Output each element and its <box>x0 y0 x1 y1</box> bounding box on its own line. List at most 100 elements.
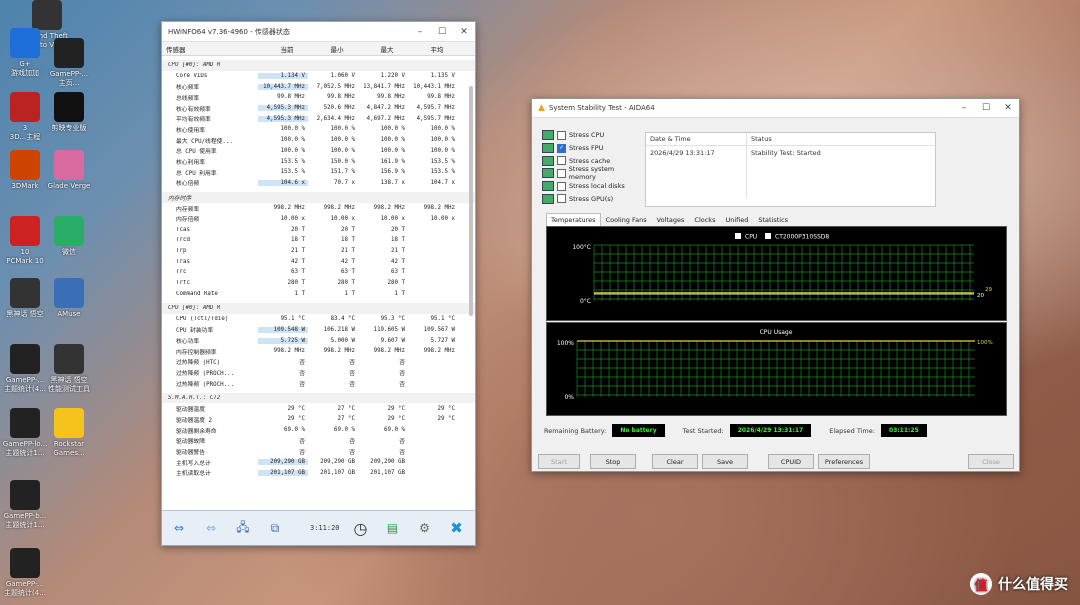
sensor-row[interactable]: Tcas 20 T 20 T 20 T <box>162 224 475 235</box>
maximize-icon[interactable]: ☐ <box>431 27 453 37</box>
sensor-group[interactable]: 内存时序 <box>162 192 475 203</box>
sensor-row[interactable]: 驱动器温度 2 29 °C 27 °C 29 °C 29 °C <box>162 414 475 425</box>
sensor-row[interactable]: 核心倍频 104.6 x 70.7 x 138.7 x 104.7 x <box>162 178 475 189</box>
tab-statistics[interactable]: Statistics <box>753 213 793 227</box>
clock-icon[interactable]: ◷ <box>350 517 372 539</box>
sensor-row[interactable]: 核心频率 10,443.7 MHz 7,052.5 MHz 13,841.7 MHz 1… <box>162 81 475 92</box>
start-button[interactable]: Start <box>538 454 580 469</box>
save-button[interactable]: Save <box>702 454 748 469</box>
sensor-row[interactable]: 总 CPU 使用率 100.0 % 100.0 % 100.0 % 100.0 % <box>162 146 475 157</box>
checkbox[interactable] <box>557 181 566 191</box>
sensor-row[interactable]: Core VIDs 1.134 V 1.060 V 1.220 V 1.135 V <box>162 71 475 82</box>
report-icon[interactable]: ▤ <box>382 517 404 539</box>
sensor-row[interactable]: Trp 21 T 21 T 21 T <box>162 246 475 257</box>
sensor-row[interactable]: 主机读取总计 201,107 GB 201,107 GB 201,107 GB <box>162 467 475 478</box>
desktop-icon[interactable]: GamePP-lo... 主题统计1... <box>0 408 50 458</box>
desktop-icon[interactable]: 黑神话 悟空 性能测试工具 <box>44 344 94 394</box>
stop-button[interactable]: Stop <box>590 454 636 469</box>
network-icon[interactable]: 🖧 <box>232 517 254 539</box>
sensor-row[interactable]: 驱动器剩余寿命 69.0 % 69.0 % 69.0 % <box>162 425 475 436</box>
checkbox[interactable] <box>557 194 566 204</box>
hwinfo-scrollbar[interactable] <box>469 86 473 316</box>
stress-option[interactable]: Stress local disks <box>542 180 642 193</box>
checkbox[interactable] <box>557 156 566 166</box>
sensor-group[interactable]: CPU [#0]: AMD R <box>162 303 475 314</box>
sensor-row[interactable]: 过热降频 (PROCH... 否 否 否 <box>162 378 475 389</box>
col-min[interactable]: 最小 <box>312 44 362 54</box>
desktop-icon[interactable]: 剪映专业版 <box>44 92 94 133</box>
sensor-row[interactable]: Trfc 280 T 280 T 280 T <box>162 278 475 289</box>
preferences-button[interactable]: Preferences <box>818 454 870 469</box>
desktop-icon[interactable]: GamePP-... 主页... <box>44 38 94 88</box>
desktop-icon[interactable]: Glade Verge <box>44 150 94 191</box>
table-row[interactable]: 2026/4/29 13:31:17 Stability Test: Start… <box>646 146 935 159</box>
sensor-row[interactable]: 过热降频 (HTC) 否 否 否 <box>162 357 475 368</box>
maximize-icon[interactable]: ☐ <box>975 103 997 113</box>
sensor-row[interactable]: 内存频率 998.2 MHz 998.2 MHz 998.2 MHz 998.2 MHz <box>162 203 475 214</box>
sensor-row[interactable]: CPU 封装功率 109.548 W 106.218 W 119.605 W 109.5… <box>162 325 475 336</box>
sensor-row[interactable]: 核心使用率 100.0 % 100.0 % 100.0 % 100.0 % <box>162 124 475 135</box>
sensor-row[interactable]: Tras 42 T 42 T 42 T <box>162 256 475 267</box>
sensor-row[interactable]: Command Rate 1 T 1 T 1 T <box>162 288 475 299</box>
checkbox[interactable] <box>556 168 566 178</box>
desktop-icon[interactable]: GamePP-... 主题统计(4... <box>0 548 50 598</box>
col-avg[interactable]: 平均 <box>412 44 462 54</box>
sensor-row[interactable]: 核心功率 5.725 W 5.000 W 9.607 W 5.727 W <box>162 335 475 346</box>
tab-clocks[interactable]: Clocks <box>689 213 720 227</box>
arrows-collapse-icon[interactable]: ⇔ <box>200 517 222 539</box>
stress-option[interactable]: Stress CPU <box>542 129 642 142</box>
sensor-row[interactable]: Trc 63 T 63 T 63 T <box>162 267 475 278</box>
hwinfo-titlebar[interactable]: HWiNFO64 v7.36-4960 - 传感器状态 – ☐ ✕ <box>162 22 475 42</box>
sensor-row[interactable]: CPU (Tctl/Tdie) 95.1 °C 83.4 °C 95.3 °C 95.1… <box>162 314 475 325</box>
desktop-icon[interactable]: GamePP-... 主题统计(4... <box>0 344 50 394</box>
tab-voltages[interactable]: Voltages <box>652 213 690 227</box>
close-sensors-icon[interactable]: ✖ <box>446 517 468 539</box>
stress-option[interactable]: Stress GPU(s) <box>542 192 642 205</box>
monitors-icon[interactable]: ⧉ <box>264 517 286 539</box>
sensor-row[interactable]: 主机写入总计 209,290 GB 209,290 GB 209,290 GB <box>162 457 475 468</box>
col-sensor[interactable]: 传感器 <box>162 44 262 54</box>
desktop-icon[interactable]: Rockstar Games... <box>44 408 94 458</box>
sensor-row[interactable]: 内存倍频 10.00 x 10.00 x 10.00 x 10.00 x <box>162 214 475 225</box>
stress-option[interactable]: ✓ Stress FPU <box>542 142 642 155</box>
tab-cooling-fans[interactable]: Cooling Fans <box>601 213 652 227</box>
minimize-icon[interactable]: – <box>409 27 431 37</box>
clear-button[interactable]: Clear <box>652 454 698 469</box>
close-icon[interactable]: ✕ <box>453 27 475 37</box>
desktop-icon[interactable]: 微信 <box>44 216 94 257</box>
sensor-row[interactable]: 总 CPU 利用率 153.5 % 151.7 % 156.9 % 153.5 % <box>162 167 475 178</box>
tab-unified[interactable]: Unified <box>720 213 753 227</box>
col-date-time[interactable]: Date & Time <box>646 133 747 145</box>
close-button[interactable]: Close <box>968 454 1014 469</box>
sensor-row[interactable]: Trcd 18 T 18 T 18 T <box>162 235 475 246</box>
sensor-row[interactable]: 核心有效频率 4,595.3 MHz 520.6 MHz 4,847.2 MHz 4,5… <box>162 103 475 114</box>
cpu-legend-checkbox[interactable] <box>735 233 741 239</box>
tab-temperatures[interactable]: Temperatures <box>546 213 601 227</box>
stress-option[interactable]: Stress system memory <box>542 165 642 181</box>
sensor-row[interactable]: 最大 CPU/线程使... 100.0 % 100.0 % 100.0 % 100.0 … <box>162 135 475 146</box>
aida-titlebar[interactable]: ▲ System Stability Test - AIDA64 – ☐ ✕ <box>532 99 1019 118</box>
close-icon[interactable]: ✕ <box>997 103 1019 113</box>
cpuid-button[interactable]: CPUID <box>768 454 814 469</box>
desktop-icon[interactable]: GamePP-b... 主题统计1... <box>0 480 50 530</box>
sensor-group[interactable]: S.M.A.R.T.: CT2 <box>162 392 475 404</box>
checkbox[interactable]: ✓ <box>557 143 566 153</box>
desktop-icon[interactable]: 3DMark <box>0 150 50 191</box>
disk-legend-checkbox[interactable] <box>765 233 771 239</box>
sensor-row[interactable]: 平均有效频率 4,595.3 MHz 2,634.4 MHz 4,697.2 MHz 4… <box>162 113 475 124</box>
sensor-group[interactable]: CPU [#0]: AMD R <box>162 60 475 71</box>
sensor-row[interactable]: 核心利用率 153.5 % 150.0 % 161.9 % 153.5 % <box>162 156 475 167</box>
hwinfo-sensor-list[interactable]: CPU [#0]: AMD R Core VIDs 1.134 V 1.060 V 1.… <box>162 56 475 504</box>
sensor-row[interactable]: 驱动器警告 否 否 否 <box>162 446 475 457</box>
col-max[interactable]: 最大 <box>362 44 412 54</box>
desktop-icon[interactable]: 3 3D...主程 <box>0 92 50 142</box>
sensor-row[interactable]: 过热降频 (PROCH... 否 否 否 <box>162 367 475 378</box>
minimize-icon[interactable]: – <box>953 103 975 113</box>
col-status[interactable]: Status <box>747 135 772 143</box>
desktop-icon[interactable]: G+ 游戏加加 <box>0 28 50 78</box>
sensor-row[interactable]: 驱动器故障 否 否 否 <box>162 435 475 446</box>
col-current[interactable]: 当前 <box>262 44 312 54</box>
sensor-row[interactable]: 内存控制器频率 998.2 MHz 998.2 MHz 998.2 MHz 998.2 … <box>162 346 475 357</box>
arrows-expand-icon[interactable]: ⇔ <box>168 517 190 539</box>
settings-icon[interactable]: ⚙ <box>414 517 436 539</box>
